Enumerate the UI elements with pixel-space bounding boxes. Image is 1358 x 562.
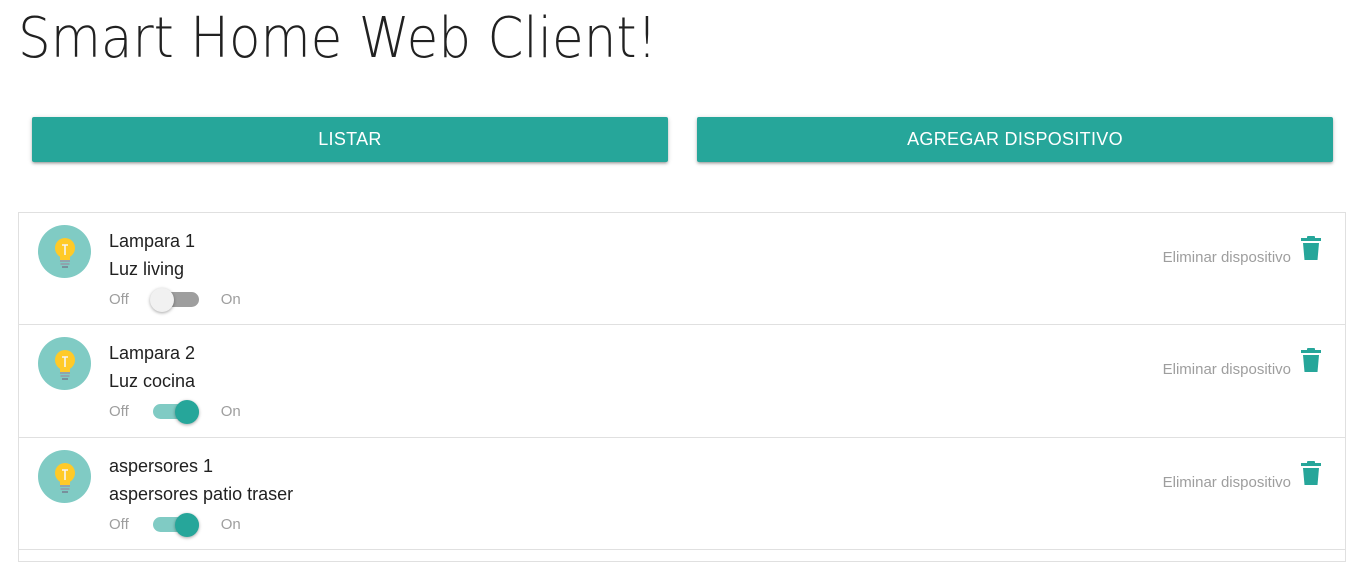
delete-device-label: Eliminar dispositivo — [1162, 249, 1291, 266]
trash-icon[interactable] — [1301, 348, 1321, 372]
device-list: Lampara 1 Luz living Off On Eliminar dis… — [18, 212, 1346, 562]
lightbulb-icon — [54, 462, 75, 493]
device-switch: Off On — [109, 512, 241, 537]
device-switch: Off On — [109, 399, 241, 424]
switch-on-label: On — [220, 515, 241, 533]
switch-off-label: Off — [109, 515, 129, 533]
delete-device-label: Eliminar dispositivo — [1162, 474, 1291, 491]
device-description: Luz cocina — [109, 371, 196, 391]
switch-off-label: Off — [109, 402, 129, 420]
avatar — [38, 225, 91, 278]
lightbulb-icon — [54, 237, 75, 268]
device-name: aspersores 1 — [109, 456, 214, 476]
page-title: Smart Home Web Client! — [18, 6, 658, 71]
device-name: Lampara 1 — [109, 231, 196, 251]
switch-off-label: Off — [109, 290, 129, 308]
lightbulb-icon — [54, 349, 75, 380]
toggle-knob — [174, 399, 199, 424]
list-button[interactable]: LISTAR — [32, 117, 668, 162]
avatar — [38, 337, 91, 390]
device-name: Lampara 2 — [109, 343, 196, 363]
toggle-knob — [174, 512, 199, 537]
switch-on-label: On — [220, 290, 241, 308]
device-description: aspersores patio traser — [109, 484, 294, 504]
device-switch: Off On — [109, 287, 241, 312]
toggle-switch[interactable] — [152, 399, 199, 424]
toggle-switch[interactable] — [149, 287, 199, 312]
switch-on-label: On — [220, 402, 241, 420]
device-item: aspersores 1 aspersores patio traser Off… — [19, 438, 1345, 550]
add-device-button[interactable]: AGREGAR DISPOSITIVO — [697, 117, 1333, 162]
avatar — [38, 450, 91, 503]
delete-device-label: Eliminar dispositivo — [1162, 361, 1291, 378]
device-description: Luz living — [109, 259, 185, 279]
device-item: Lampara 2 Luz cocina Off On Eliminar dis… — [19, 325, 1345, 438]
toggle-knob — [149, 287, 174, 312]
trash-icon[interactable] — [1301, 236, 1321, 260]
toggle-switch[interactable] — [152, 512, 199, 537]
trash-icon[interactable] — [1301, 461, 1321, 485]
device-item: Lampara 1 Luz living Off On Eliminar dis… — [19, 213, 1345, 325]
